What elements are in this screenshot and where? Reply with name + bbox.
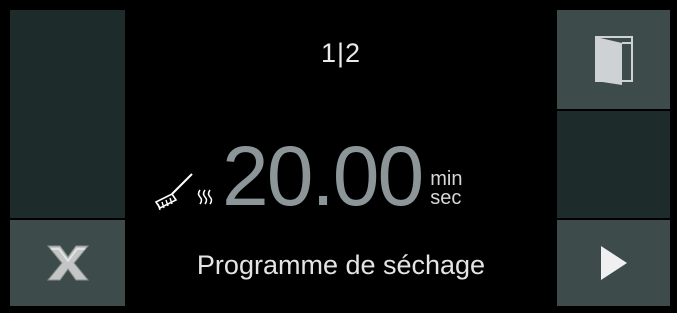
timer-value: 20.00 [222, 129, 424, 223]
cancel-button[interactable] [10, 220, 125, 306]
timer-units: min sec [430, 169, 462, 209]
next-button[interactable] [557, 220, 670, 306]
timer-row: 20.00 min sec [150, 128, 462, 218]
left-panel [10, 10, 125, 218]
page-indicator: 1|2 [320, 38, 362, 68]
play-arrow-icon [600, 246, 627, 280]
unit-seconds: sec [430, 187, 462, 209]
oven-display: 1|2 20.00 min sec Programme de séchage [10, 10, 670, 306]
door-icon [594, 35, 633, 85]
drying-brush-icon [154, 173, 213, 210]
close-icon [46, 245, 89, 281]
right-panel [557, 111, 670, 218]
door-button[interactable] [557, 10, 670, 109]
program-label: Programme de séchage [196, 250, 486, 280]
